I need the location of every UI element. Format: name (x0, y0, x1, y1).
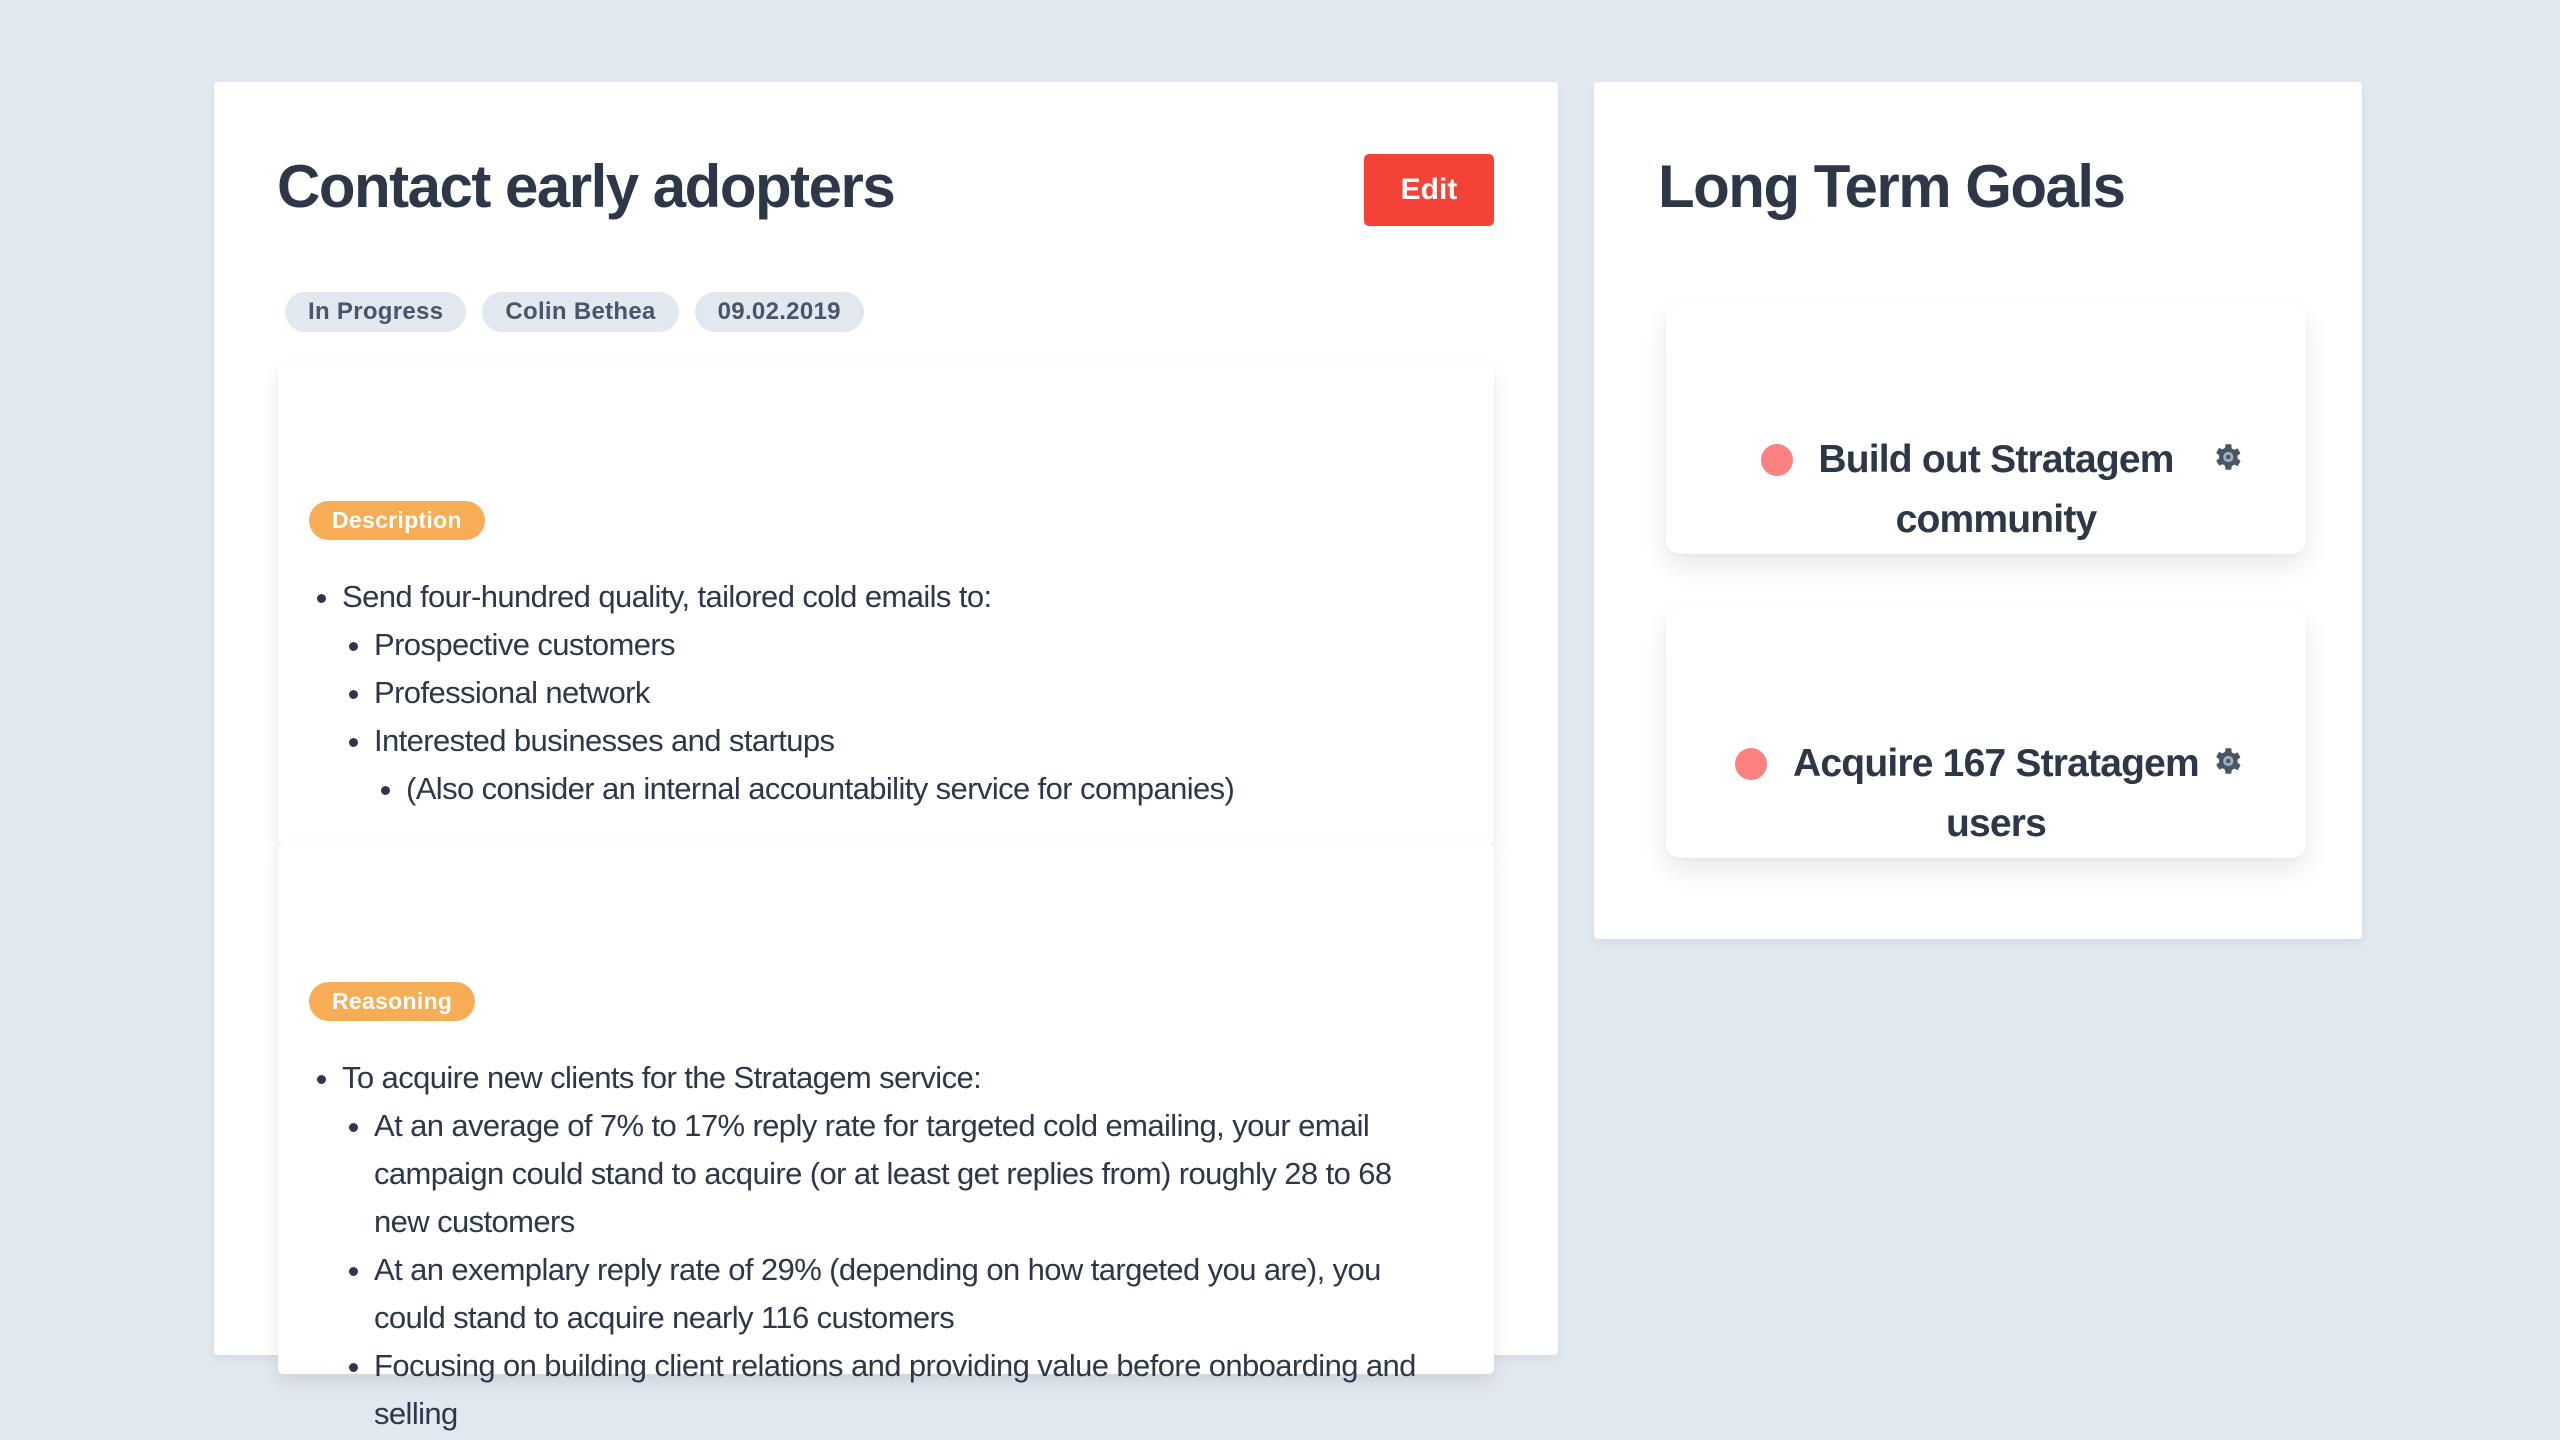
list-item-text: At an average of 7% to 17% reply rate fo… (374, 1108, 1392, 1239)
gear-icon[interactable] (2210, 744, 2244, 778)
description-list: Send four-hundred quality, tailored cold… (278, 573, 1454, 813)
list-item-text: Interested businesses and startups (374, 723, 835, 758)
description-sublist: Prospective customers Professional netwo… (342, 621, 1454, 813)
date-tag: 09.02.2019 (694, 292, 864, 332)
reasoning-section: Reasoning To acquire new clients for the… (278, 844, 1494, 1431)
goal-status-dot (1735, 748, 1767, 780)
goal-label: Acquire 167 Stratagem users (1793, 742, 2200, 845)
edit-button[interactable]: Edit (1364, 154, 1494, 226)
gear-icon[interactable] (2210, 440, 2244, 474)
list-item: Professional network (374, 669, 1454, 717)
task-card: Contact early adopters Edit In Progress … (214, 82, 1558, 1431)
description-section: Description Send four-hundred quality, t… (278, 364, 1494, 845)
reasoning-list: To acquire new clients for the Stratagem… (278, 1054, 1454, 1438)
task-tags: In Progress Colin Bethea 09.02.2019 (285, 292, 864, 332)
description-label: Description (309, 501, 485, 540)
goal-status-dot (1761, 444, 1793, 476)
list-item: Interested businesses and startups (Also… (374, 717, 1454, 813)
list-item: (Also consider an internal accountabilit… (406, 765, 1454, 813)
list-item-text: Send four-hundred quality, tailored cold… (342, 579, 992, 614)
list-item-text: Prospective customers (374, 627, 676, 662)
description-content: Send four-hundred quality, tailored cold… (278, 573, 1454, 813)
list-item-text: At an exemplary reply rate of 29% (depen… (374, 1252, 1381, 1335)
status-tag: In Progress (285, 292, 467, 332)
goal-item[interactable]: Build out Stratagem community (1666, 304, 2306, 554)
assignee-tag: Colin Bethea (482, 292, 679, 332)
list-item-text: To acquire new clients for the Stratagem… (342, 1060, 982, 1095)
goals-title: Long Term Goals (1658, 153, 2126, 220)
goal-item[interactable]: Acquire 167 Stratagem users (1666, 608, 2306, 858)
list-item: To acquire new clients for the Stratagem… (342, 1054, 1454, 1438)
list-item: Prospective customers (374, 621, 1454, 669)
reasoning-content: To acquire new clients for the Stratagem… (278, 1054, 1454, 1438)
list-item-text: Professional network (374, 675, 650, 710)
list-item: At an average of 7% to 17% reply rate fo… (374, 1102, 1454, 1246)
list-item-text: Focusing on building client relations an… (374, 1348, 1416, 1431)
goals-card: Long Term Goals Build out Stratagem comm… (1594, 82, 2362, 939)
list-item: Focusing on building client relations an… (374, 1342, 1454, 1438)
reasoning-label: Reasoning (309, 982, 476, 1021)
list-item: Send four-hundred quality, tailored cold… (342, 573, 1454, 813)
goal-label: Build out Stratagem community (1818, 438, 2174, 541)
reasoning-sublist: At an average of 7% to 17% reply rate fo… (342, 1102, 1454, 1438)
list-item: At an exemplary reply rate of 29% (depen… (374, 1246, 1454, 1342)
description-subsublist: (Also consider an internal accountabilit… (374, 765, 1454, 813)
list-item-text: (Also consider an internal accountabilit… (406, 771, 1235, 806)
task-title: Contact early adopters (277, 153, 896, 220)
